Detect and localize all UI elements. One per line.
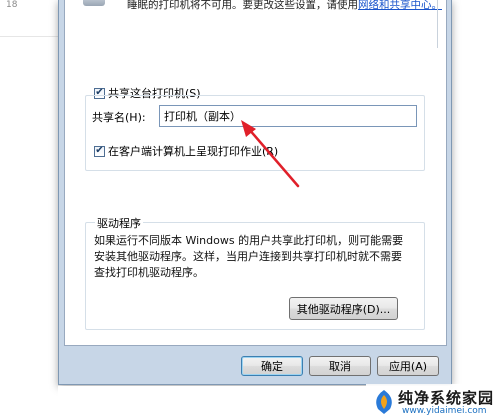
network-icon [83, 0, 105, 6]
network-sharing-center-link[interactable]: 网络和共享中心。 [358, 0, 442, 10]
background-page: 18 [0, 0, 58, 420]
share-name-input[interactable] [159, 105, 417, 127]
cancel-button[interactable]: 取消 [309, 356, 371, 376]
render-jobs-label: 在客户端计算机上呈现打印作业(R) [108, 145, 279, 158]
render-jobs-checkbox[interactable]: ✔ [94, 145, 105, 157]
background-fragment-text: 18 [6, 0, 18, 10]
printer-properties-window: 睡眠的打印机将不可用。要更改这些设置，请使用网络和共享中心。 ✔ 共享这台打印机… [58, 0, 452, 385]
top-note-text: 睡眠的打印机将不可用。要更改这些设置，请使用 [127, 0, 358, 10]
drivers-group-title: 驱动程序 [95, 215, 143, 231]
watermark-title: 纯净系统家园 [398, 389, 495, 407]
share-name-label: 共享名(H): [92, 111, 146, 124]
drivers-description: 如果运行不同版本 Windows 的用户共享此打印机，则可能需要安装其他驱动程序… [94, 234, 404, 279]
render-jobs-checkbox-row[interactable]: ✔ 在客户端计算机上呈现打印作业(R) [94, 143, 278, 159]
panel-divider [437, 0, 438, 48]
additional-drivers-button[interactable]: 其他驱动程序(D)... [289, 297, 398, 320]
watermark-logo-icon [376, 390, 392, 414]
watermark-url: www.yidaimei.com [402, 406, 487, 416]
background-divider [0, 36, 58, 37]
top-note: 睡眠的打印机将不可用。要更改这些设置，请使用网络和共享中心。 [127, 0, 442, 10]
sharing-tab-panel: 睡眠的打印机将不可用。要更改这些设置，请使用网络和共享中心。 ✔ 共享这台打印机… [64, 0, 447, 346]
ok-button[interactable]: 确定 [241, 356, 303, 376]
apply-button[interactable]: 应用(A) [377, 356, 439, 376]
site-watermark: 纯净系统家园 www.yidaimei.com [366, 384, 500, 420]
